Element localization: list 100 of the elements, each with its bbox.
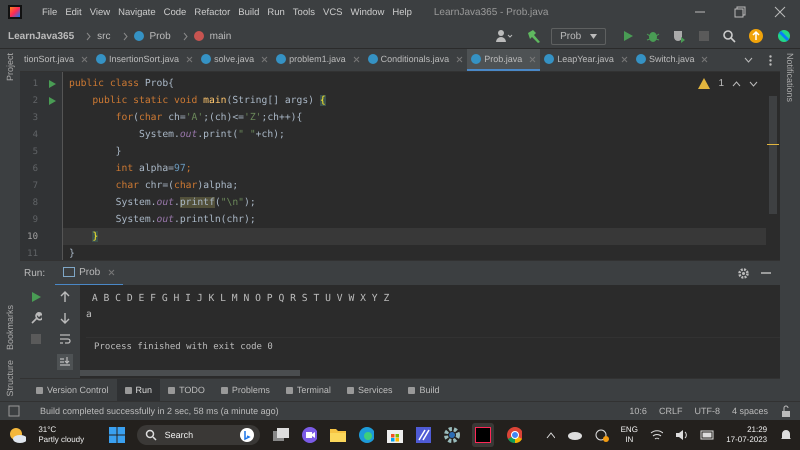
file-tab[interactable]: Switch.java [632,49,712,71]
breadcrumb-item[interactable]: main [210,30,232,42]
rerun-icon[interactable] [30,291,42,303]
arrow-up-icon[interactable] [58,291,70,303]
notifications-tool-tab[interactable]: Notifications [785,53,795,102]
file-tab[interactable]: Prob.java [467,49,540,71]
scrollbar[interactable] [80,370,300,376]
chevron-down-icon[interactable] [744,57,753,63]
video-chat-icon[interactable] [300,426,318,444]
caret-icon [590,34,597,38]
console-output: a [86,309,93,320]
structure-tool-tab[interactable]: Structure [5,360,15,397]
scroll-to-end-icon[interactable] [56,354,72,370]
project-tool-tab[interactable]: Project [5,53,15,82]
weather-icon[interactable] [8,426,26,444]
plugin-icon[interactable] [776,28,792,44]
clock-date[interactable]: 17-07-2023 [726,435,768,445]
file-tab[interactable]: InsertionSort.java [92,49,198,71]
close-icon[interactable] [774,6,786,18]
tool-window-tab[interactable]: Run [116,379,160,401]
wifi-icon[interactable] [650,429,663,441]
breadcrumb-item[interactable]: Prob [150,30,171,42]
tool-window-tab[interactable]: Services [338,379,400,401]
more-icon[interactable] [769,54,772,66]
file-tab[interactable]: tionSort.java [20,49,92,71]
cloud-icon[interactable] [567,430,582,440]
restore-icon[interactable] [734,6,746,18]
soft-wrap-icon[interactable] [58,333,70,345]
file-tab[interactable]: Conditionals.java [364,49,468,71]
hammer-icon[interactable] [525,28,542,44]
windows-start-icon[interactable] [108,426,125,444]
menu-item[interactable]: Code [164,6,186,18]
language-indicator[interactable]: ENG [620,425,638,435]
code-line: int alpha=97; [114,163,192,174]
search-field[interactable]: Search [136,425,260,445]
tool-window-tab[interactable]: Problems [212,379,278,401]
shield-icon[interactable] [672,29,686,43]
scrollbar[interactable] [769,96,777,214]
warning-icon[interactable] [698,78,710,89]
bell-icon[interactable] [779,428,792,442]
status-item[interactable]: 4 spaces [732,406,768,416]
sync-icon[interactable] [594,428,609,442]
tool-window-tab[interactable]: Build [400,379,448,401]
console-output: Process finished with exit code 0 [86,337,780,356]
status-item[interactable]: UTF-8 [694,406,720,416]
panel-label: Run: [24,268,46,278]
tool-window-tab[interactable]: TODO [160,379,213,401]
browser-icon[interactable] [358,426,374,444]
run-gutter-icon[interactable] [48,78,57,88]
menu-item[interactable]: View [90,6,110,18]
menu-item[interactable]: Help [392,6,412,18]
chevron-up-icon[interactable] [732,80,741,86]
menu-item[interactable]: Tools [292,6,315,18]
warning-count[interactable]: 1 [718,78,724,89]
menu-item[interactable]: VCS [322,6,343,18]
file-tab[interactable]: problem1.java [272,49,364,71]
wrench-icon[interactable] [30,312,42,324]
window-title: LearnJava365 - Prob.java [434,6,550,18]
app-logo-icon [8,5,22,19]
lock-icon[interactable] [780,405,792,417]
menu-item[interactable]: Run [267,6,285,18]
menu-item[interactable]: Window [350,6,384,18]
intellij-taskbar-icon[interactable] [472,423,494,447]
arrow-down-icon[interactable] [58,312,70,324]
settings-icon[interactable] [737,266,750,280]
clock-time[interactable]: 21:29 [747,425,768,435]
menu-item[interactable]: Refactor [194,6,230,18]
bookmarks-tool-tab[interactable]: Bookmarks [5,305,15,350]
file-tab[interactable]: solve.java [197,49,272,71]
region-indicator[interactable]: IN [625,435,634,445]
file-tab[interactable]: LeapYear.java [540,49,632,71]
battery-icon[interactable] [700,430,714,440]
breadcrumb-item[interactable]: src [97,30,111,42]
task-view-icon[interactable] [272,427,289,443]
update-icon[interactable] [748,28,764,44]
menu-item[interactable]: Navigate [118,6,156,18]
gear-icon[interactable] [443,426,460,444]
app-icon[interactable] [414,426,432,444]
chevron-up-icon[interactable] [546,431,556,439]
chevron-down-icon[interactable] [749,80,758,86]
volume-icon[interactable] [674,429,688,441]
chevron-right-icon [122,32,128,40]
menu-item[interactable]: File [42,6,58,18]
user-icon[interactable] [495,29,514,43]
breadcrumb-item[interactable]: LearnJava365 [8,30,74,42]
status-item[interactable]: CRLF [658,406,682,416]
menu-item[interactable]: Edit [65,6,82,18]
panel-toggle-icon[interactable] [8,405,20,417]
bug-icon[interactable] [646,29,660,43]
status-item[interactable]: 10:6 [629,406,647,416]
search-icon[interactable] [722,29,736,43]
code-line: System.out.println(chr); [114,214,256,225]
folder-icon[interactable] [329,427,346,443]
run-icon[interactable] [622,30,634,42]
chrome-icon[interactable] [506,426,522,444]
run-gutter-icon[interactable] [48,96,57,106]
tool-window-tab[interactable]: Terminal [278,379,339,401]
menu-item[interactable]: Build [238,6,260,18]
run-configuration-dropdown[interactable]: Prob [551,28,606,44]
tool-window-tab[interactable]: Version Control [28,379,117,401]
